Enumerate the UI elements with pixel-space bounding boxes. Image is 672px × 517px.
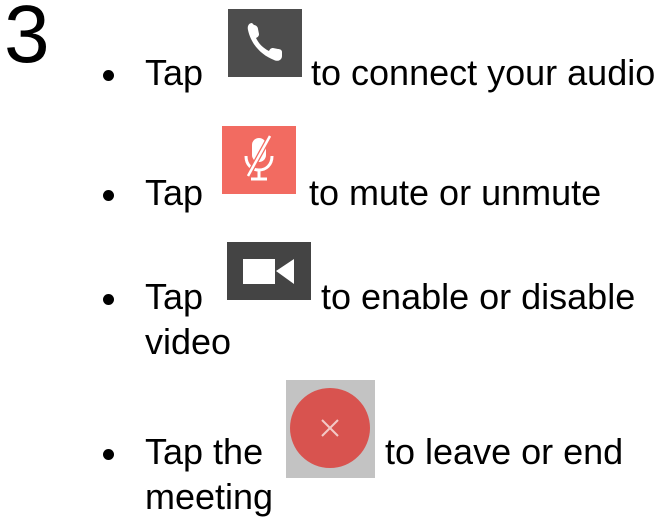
bullet-2: [103, 190, 114, 201]
item-4-continuation: meeting: [145, 476, 274, 517]
bullet-1: [103, 70, 114, 81]
bullet-3: [103, 294, 114, 305]
step-number: 3: [4, 0, 50, 80]
video-camera-icon[interactable]: [227, 242, 311, 300]
close-icon[interactable]: [286, 380, 375, 478]
item-3-after: to enable or disable: [321, 276, 636, 317]
item-1-before: Tap: [145, 52, 204, 93]
item-4-after: to leave or end: [385, 431, 624, 472]
bullet-4: [103, 449, 114, 460]
item-2-before: Tap: [145, 172, 204, 213]
item-4-before: Tap the: [145, 431, 264, 472]
item-3-continuation: video: [145, 321, 232, 362]
phone-icon[interactable]: [228, 9, 302, 77]
microphone-muted-icon[interactable]: [222, 126, 296, 194]
item-1-after: to connect your audio: [311, 52, 656, 93]
item-3-before: Tap: [145, 276, 204, 317]
item-2-after: to mute or unmute: [309, 172, 602, 213]
